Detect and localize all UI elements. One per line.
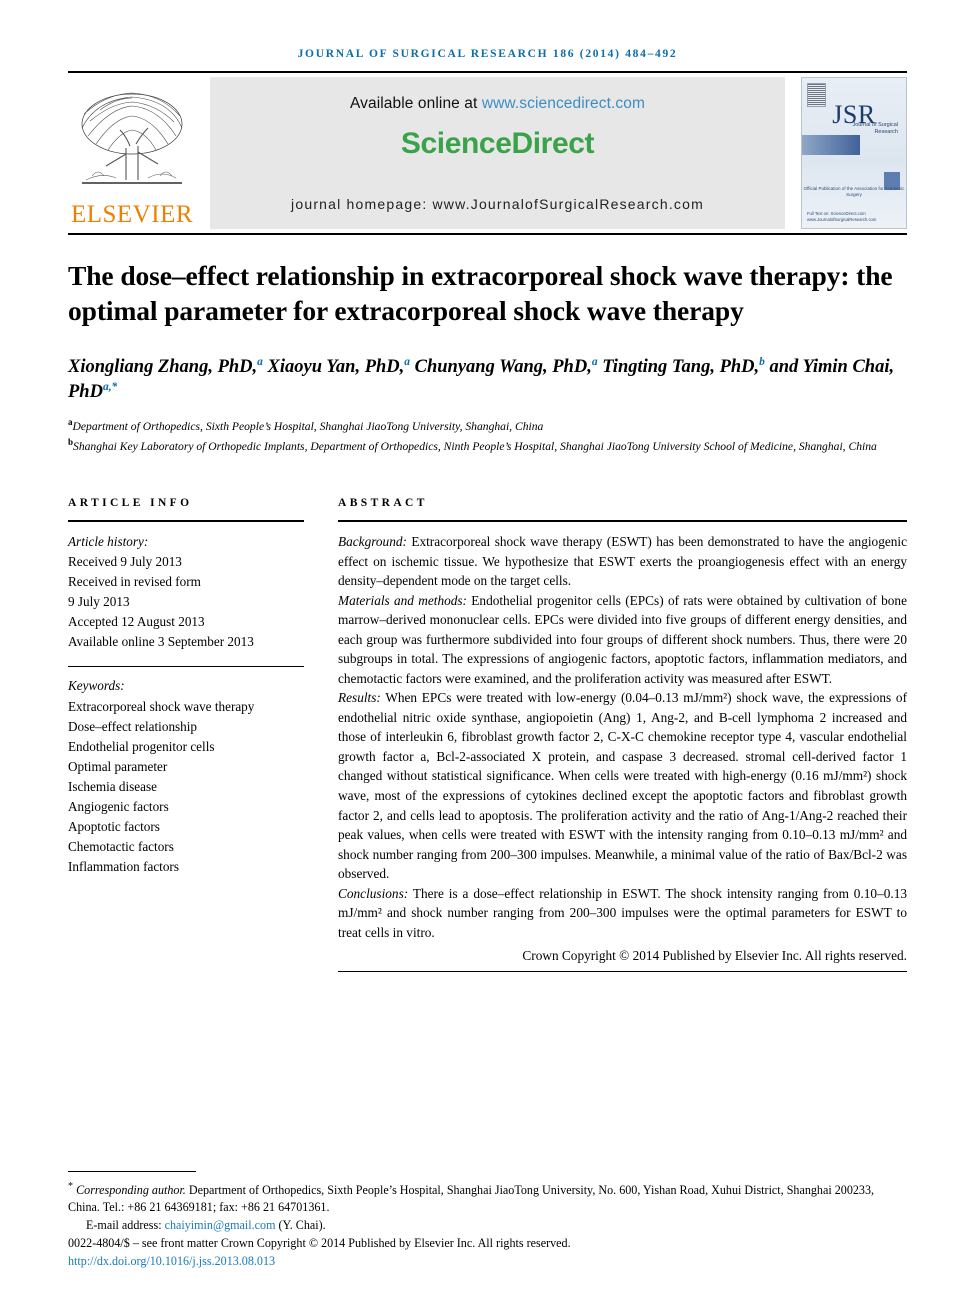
author-name: Xiongliang Zhang, PhD, bbox=[68, 357, 258, 377]
journal-homepage-line[interactable]: journal homepage: www.JournalofSurgicalR… bbox=[210, 196, 785, 212]
abstract-section: Results: When EPCs were treated with low… bbox=[338, 688, 907, 883]
article-history-line: Received in revised form bbox=[68, 574, 201, 590]
elsevier-tree-icon bbox=[76, 88, 188, 200]
keyword-item: Endothelial progenitor cells bbox=[68, 738, 215, 754]
corresponding-author-note: * Corresponding author. Department of Or… bbox=[68, 1180, 907, 1218]
abstract-section-label: Background: bbox=[338, 534, 407, 550]
author-name: Chunyang Wang, PhD, bbox=[414, 357, 592, 377]
running-head: JOURNAL OF SURGICAL RESEARCH 186 (2014) … bbox=[297, 48, 678, 60]
abstract-heading: ABSTRACT bbox=[338, 497, 428, 510]
abstract-section: Conclusions: There is a dose–effect rela… bbox=[338, 884, 907, 943]
paper-page: JOURNAL OF SURGICAL RESEARCH 186 (2014) … bbox=[0, 0, 975, 1305]
author-affiliation-marker: a,* bbox=[102, 381, 118, 394]
affiliation-line: aDepartment of Orthopedics, Sixth People… bbox=[68, 416, 907, 435]
keyword-item: Dose–effect relationship bbox=[68, 718, 198, 734]
keyword-item: Optimal parameter bbox=[68, 758, 168, 774]
sciencedirect-url[interactable]: www.sciencedirect.com bbox=[482, 95, 645, 112]
abstract-section: Background: Extracorporeal shock wave th… bbox=[338, 532, 907, 591]
article-info-heading: ARTICLE INFO bbox=[68, 497, 193, 510]
abstract-section-text: Extracorporeal shock wave therapy (ESWT)… bbox=[338, 534, 907, 589]
corresponding-marker: * bbox=[68, 1180, 74, 1192]
abstract-section-label: Results: bbox=[338, 690, 381, 706]
abstract-section-text: When EPCs were treated with low-energy (… bbox=[338, 690, 907, 882]
sciencedirect-wordmark: ScienceDirect bbox=[400, 127, 595, 160]
keyword-item: Chemotactic factors bbox=[68, 838, 174, 854]
keyword-item: Inflammation factors bbox=[68, 859, 179, 875]
author-affiliation-marker: a bbox=[404, 355, 411, 368]
article-history-label: Article history: bbox=[68, 534, 149, 550]
article-history-line: Accepted 12 August 2013 bbox=[68, 614, 205, 630]
email-note: E-mail address: chaiyimin@gmail.com (Y. … bbox=[68, 1217, 907, 1235]
keyword-item: Angiogenic factors bbox=[68, 798, 169, 814]
cover-note: Official Publication of the Association … bbox=[803, 186, 905, 198]
sciencedirect-banner: Available online at www.sciencedirect.co… bbox=[210, 77, 785, 229]
cover-subtitle: Journal of Surgical Research bbox=[852, 122, 898, 135]
abstract-rule bbox=[338, 520, 907, 523]
author-list: Xiongliang Zhang, PhD,a Xiaoyu Yan, PhD,… bbox=[68, 355, 907, 406]
email-label: E-mail address: bbox=[86, 1218, 162, 1233]
author-affiliation-marker: b bbox=[759, 355, 765, 368]
article-history-block: Article history: Received 9 July 2013 Rec… bbox=[68, 532, 304, 652]
article-info-column: ARTICLE INFO Article history: Received 9… bbox=[68, 497, 304, 972]
available-online-prefix: Available online at bbox=[349, 95, 482, 112]
available-online-line: Available online at www.sciencedirect.co… bbox=[350, 95, 645, 113]
keyword-item: Ischemia disease bbox=[68, 778, 157, 794]
author-name: Tingting Tang, PhD, bbox=[602, 357, 760, 377]
article-history-line: Available online 3 September 2013 bbox=[68, 634, 254, 650]
article-history-line: 9 July 2013 bbox=[68, 594, 130, 610]
page-footer: * Corresponding author. Department of Or… bbox=[68, 1170, 907, 1271]
affiliation-list: aDepartment of Orthopedics, Sixth People… bbox=[68, 416, 907, 455]
abstract-section: Materials and methods: Endothelial proge… bbox=[338, 591, 907, 689]
author-affiliation-marker: a bbox=[591, 355, 598, 368]
corresponding-text: Department of Orthopedics, Sixth People’… bbox=[68, 1182, 875, 1215]
page-title: The dose–effect relationship in extracor… bbox=[68, 260, 893, 326]
journal-cover-thumbnail: JSR Journal of Surgical Research Officia… bbox=[801, 77, 907, 229]
cover-footer: Full Text on: ScienceDirect.com www.Jour… bbox=[807, 211, 877, 223]
keyword-item: Apoptotic factors bbox=[68, 818, 160, 834]
abstract-copyright: Crown Copyright © 2014 Published by Else… bbox=[522, 948, 907, 964]
email-link[interactable]: chaiyimin@gmail.com bbox=[165, 1218, 276, 1232]
elsevier-wordmark: ELSEVIER bbox=[70, 201, 194, 228]
abstract-body: Background: Extracorporeal shock wave th… bbox=[338, 532, 907, 942]
keyword-lines: Extracorporeal shock wave therapy Dose–ef… bbox=[68, 697, 304, 878]
issn-copyright-line: 0022-4804/$ – see front matter Crown Cop… bbox=[68, 1236, 571, 1251]
article-history-lines: Received 9 July 2013 Received in revised … bbox=[68, 552, 304, 652]
abstract-section-label: Materials and methods: bbox=[338, 592, 467, 608]
footnote-rule bbox=[68, 1170, 196, 1172]
masthead-top-rule bbox=[68, 71, 907, 73]
abstract-column: ABSTRACT Background: Extracorporeal shoc… bbox=[338, 497, 907, 973]
corresponding-label: Corresponding author. bbox=[76, 1182, 186, 1197]
cover-band-upper bbox=[802, 135, 860, 155]
info-abstract-columns: ARTICLE INFO Article history: Received 9… bbox=[68, 497, 907, 973]
affiliation-text: Department of Orthopedics, Sixth People’… bbox=[72, 420, 544, 434]
keywords-block: Keywords: Extracorporeal shock wave ther… bbox=[68, 676, 304, 877]
abstract-section-label: Conclusions: bbox=[338, 885, 409, 901]
author-name: Xiaoyu Yan, PhD, bbox=[267, 357, 405, 377]
elsevier-logo: ELSEVIER bbox=[68, 77, 196, 229]
keywords-label: Keywords: bbox=[68, 678, 125, 694]
affiliation-line: bShanghai Key Laboratory of Orthopedic I… bbox=[68, 436, 907, 455]
email-suffix: (Y. Chai). bbox=[275, 1218, 326, 1233]
abstract-bottom-rule bbox=[338, 971, 907, 973]
doi-link[interactable]: http://dx.doi.org/10.1016/j.jss.2013.08.… bbox=[68, 1253, 907, 1271]
masthead: ELSEVIER Available online at www.science… bbox=[68, 77, 907, 229]
keyword-item: Extracorporeal shock wave therapy bbox=[68, 698, 255, 714]
keywords-divider bbox=[68, 666, 304, 668]
article-history-line: Received 9 July 2013 bbox=[68, 554, 182, 570]
affiliation-text: Shanghai Key Laboratory of Orthopedic Im… bbox=[73, 439, 877, 453]
masthead-bottom-rule bbox=[68, 233, 907, 235]
author-affiliation-marker: a bbox=[257, 355, 263, 368]
article-info-rule bbox=[68, 520, 304, 523]
abstract-section-text: There is a dose–effect relationship in E… bbox=[338, 885, 907, 940]
